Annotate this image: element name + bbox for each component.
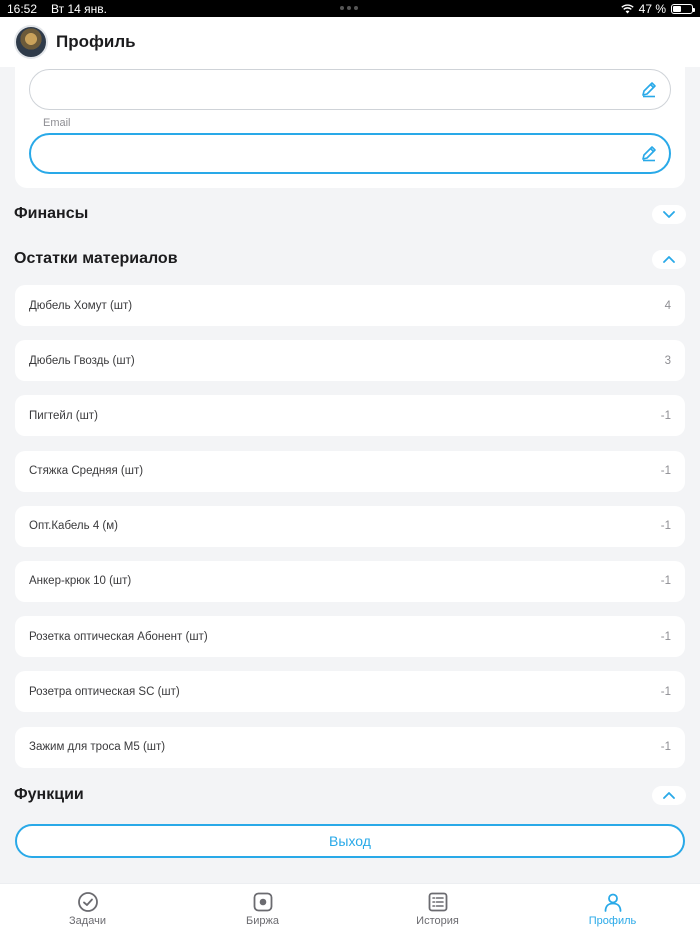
battery-icon: [671, 3, 695, 14]
tab-label: Профиль: [588, 915, 637, 927]
status-bar: 16:52 Вт 14 янв. 47 %: [0, 0, 700, 17]
material-name: Розетка оптическая Абонент (шт): [29, 630, 208, 643]
material-qty: -1: [660, 409, 671, 422]
list-item[interactable]: Стяжка Средняя (шт) -1: [15, 450, 685, 492]
material-name: Дюбель Хомут (шт): [29, 299, 133, 312]
edit-pencil-icon[interactable]: [640, 144, 658, 162]
material-qty: -1: [660, 520, 671, 533]
avatar[interactable]: [14, 25, 48, 59]
tab-tasks[interactable]: Задачи: [0, 884, 175, 933]
tab-bar: Задачи Биржа История Профиль: [0, 883, 700, 933]
logout-button[interactable]: Выход: [15, 824, 685, 858]
material-name: Анкер-крюк 10 (шт): [29, 575, 132, 588]
material-name: Стяжка Средняя (шт): [29, 465, 144, 478]
battery-percent: 47 %: [638, 1, 666, 16]
tab-history[interactable]: История: [350, 884, 525, 933]
finance-title: Финансы: [14, 205, 89, 222]
tab-label: Задачи: [69, 915, 106, 927]
list-item[interactable]: Опт.Кабель 4 (м) -1: [15, 505, 685, 547]
tab-label: Биржа: [246, 915, 279, 927]
materials-list: Дюбель Хомут (шт) 4 Дюбель Гвоздь (шт) 3…: [15, 285, 685, 782]
finance-section-header[interactable]: Финансы: [14, 202, 686, 226]
chevron-up-icon[interactable]: [652, 249, 686, 269]
app-header: Профиль: [0, 17, 700, 67]
material-qty: -1: [660, 465, 671, 478]
material-qty: -1: [660, 575, 671, 588]
tab-label: История: [416, 915, 459, 927]
material-name: Зажим для троса M5 (шт): [29, 741, 166, 753]
list-item[interactable]: Розетка оптическая Абонент (шт) -1: [15, 616, 685, 658]
email-field[interactable]: [29, 133, 671, 174]
edit-pencil-icon[interactable]: [640, 80, 658, 98]
tab-profile[interactable]: Профиль: [525, 884, 700, 933]
person-icon: [604, 893, 621, 912]
page-title: Профиль: [56, 32, 136, 51]
chevron-down-icon[interactable]: [652, 204, 686, 224]
list-item[interactable]: Дюбель Гвоздь (шт) 3: [15, 340, 685, 382]
list-item[interactable]: Зажим для троса M5 (шт) -1: [15, 726, 685, 768]
functions-title: Функции: [14, 786, 84, 803]
wifi-icon: [620, 3, 634, 13]
chevron-up-icon[interactable]: [652, 785, 686, 805]
list-item[interactable]: Пигтейл (шт) -1: [15, 395, 685, 437]
status-date: Вт 14 янв.: [51, 1, 107, 16]
list-icon: [428, 892, 447, 912]
materials-section-header[interactable]: Остатки материалов: [14, 247, 686, 271]
material-name: Дюбель Гвоздь (шт): [29, 354, 135, 367]
material-qty: -1: [660, 630, 671, 643]
functions-section-header[interactable]: Функции: [14, 783, 686, 807]
material-qty: -1: [660, 685, 671, 698]
material-qty: 4: [664, 299, 671, 312]
material-name: Пигтейл (шт): [29, 409, 98, 422]
status-time: 16:52: [7, 1, 38, 16]
profile-field[interactable]: [29, 69, 671, 110]
list-item[interactable]: Дюбель Хомут (шт) 4: [15, 285, 685, 326]
material-qty: -1: [660, 741, 671, 753]
target-icon: [253, 892, 272, 912]
material-qty: 3: [664, 354, 671, 367]
list-item[interactable]: Анкер-крюк 10 (шт) -1: [15, 560, 685, 602]
profile-card: Email: [15, 67, 685, 188]
list-item[interactable]: Розетра оптическая SC (шт) -1: [15, 671, 685, 713]
email-label: Email: [43, 117, 71, 129]
multitask-dots-icon: [340, 6, 358, 10]
tab-exchange[interactable]: Биржа: [175, 884, 350, 933]
check-circle-icon: [77, 892, 98, 912]
materials-title: Остатки материалов: [14, 250, 178, 267]
material-name: Розетра оптическая SC (шт): [29, 685, 180, 698]
material-name: Опт.Кабель 4 (м): [29, 520, 118, 533]
